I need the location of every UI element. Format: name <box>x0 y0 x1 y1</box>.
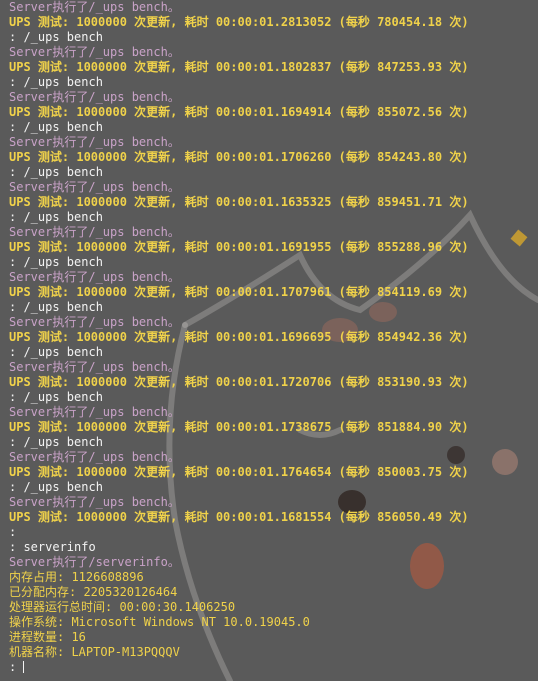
log-line-info: 机器名称: LAPTOP-M13PQQQV <box>9 645 180 659</box>
log-line-server: Server执行了/_ups bench。 <box>9 0 180 14</box>
log-line-server: Server执行了/_ups bench。 <box>9 315 180 329</box>
log-line-server: Server执行了/_ups bench。 <box>9 135 180 149</box>
log-line-ups: UPS 测试: 1000000 次更新, 耗时 00:00:01.1764654… <box>9 465 469 479</box>
log-line-prompt: : /_ups bench <box>9 120 103 134</box>
log-line-server: Server执行了/_ups bench。 <box>9 90 180 104</box>
log-line-server: Server执行了/_ups bench。 <box>9 270 180 284</box>
log-line-ups: UPS 测试: 1000000 次更新, 耗时 00:00:01.1706260… <box>9 150 469 164</box>
log-line-info: 进程数量: 16 <box>9 630 86 644</box>
log-line-ups: UPS 测试: 1000000 次更新, 耗时 00:00:01.1696695… <box>9 330 469 344</box>
log-line-prompt: : serverinfo <box>9 540 96 554</box>
log-line-ups: UPS 测试: 1000000 次更新, 耗时 00:00:01.1635325… <box>9 195 469 209</box>
log-line-prompt: : /_ups bench <box>9 435 103 449</box>
log-line-prompt: : /_ups bench <box>9 210 103 224</box>
log-line-prompt: : /_ups bench <box>9 300 103 314</box>
console-output: Server执行了/_ups bench。 UPS 测试: 1000000 次更新… <box>0 0 538 681</box>
log-line-info: 已分配内存: 2205320126464 <box>9 585 178 599</box>
log-line-prompt: : /_ups bench <box>9 345 103 359</box>
log-line-ups: UPS 测试: 1000000 次更新, 耗时 00:00:01.1694914… <box>9 105 469 119</box>
log-line-ups: UPS 测试: 1000000 次更新, 耗时 00:00:01.1802837… <box>9 60 469 74</box>
text-cursor <box>23 661 25 673</box>
log-line-server: Server执行了/_ups bench。 <box>9 180 180 194</box>
log-line-ups: UPS 测试: 1000000 次更新, 耗时 00:00:01.1738675… <box>9 420 469 434</box>
log-line-info: 处理器运行总时间: 00:00:30.1406250 <box>9 600 236 614</box>
log-line-prompt: : /_ups bench <box>9 75 103 89</box>
log-line-info: 内存占用: 1126608896 <box>9 570 144 584</box>
log-line-server: Server执行了/_ups bench。 <box>9 360 180 374</box>
log-line-server: Server执行了/_ups bench。 <box>9 495 180 509</box>
log-line-ups: UPS 测试: 1000000 次更新, 耗时 00:00:01.1720706… <box>9 375 469 389</box>
log-line-server: Server执行了/_ups bench。 <box>9 45 180 59</box>
log-line-prompt: : /_ups bench <box>9 390 103 404</box>
log-line-ups: UPS 测试: 1000000 次更新, 耗时 00:00:01.2813052… <box>9 15 469 29</box>
log-line-prompt: : /_ups bench <box>9 30 103 44</box>
log-line-prompt: : /_ups bench <box>9 480 103 494</box>
log-line-ups: UPS 测试: 1000000 次更新, 耗时 00:00:01.1691955… <box>9 240 469 254</box>
log-line-ups: UPS 测试: 1000000 次更新, 耗时 00:00:01.1707961… <box>9 285 469 299</box>
log-line-prompt: : /_ups bench <box>9 255 103 269</box>
log-line-server: Server执行了/_ups bench。 <box>9 225 180 239</box>
log-line-ups: UPS 测试: 1000000 次更新, 耗时 00:00:01.1681554… <box>9 510 469 524</box>
log-line-prompt: : /_ups bench <box>9 165 103 179</box>
log-line-server: Server执行了/serverinfo。 <box>9 555 180 569</box>
log-line-prompt: : <box>9 525 17 539</box>
log-line-server: Server执行了/_ups bench。 <box>9 405 180 419</box>
log-line-info: 操作系统: Microsoft Windows NT 10.0.19045.0 <box>9 615 310 629</box>
input-prompt: : <box>9 660 17 674</box>
log-line-server: Server执行了/_ups bench。 <box>9 450 180 464</box>
command-input-line[interactable]: : <box>9 660 538 675</box>
